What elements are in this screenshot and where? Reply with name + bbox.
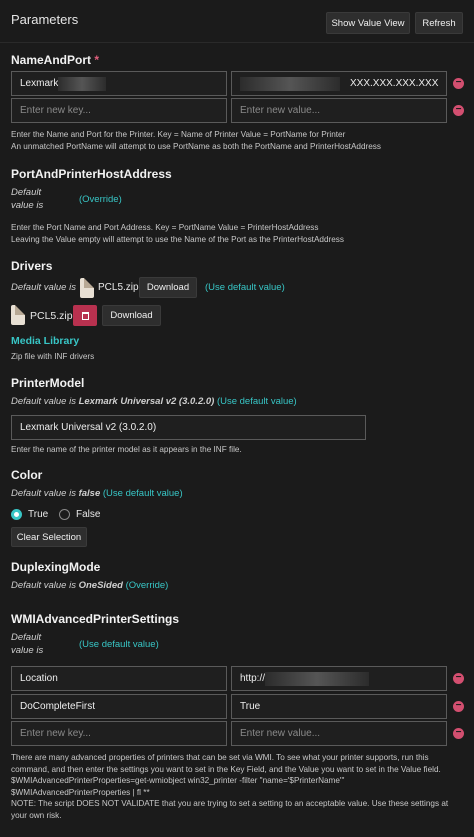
media-library-link[interactable]: Media Library [11, 335, 79, 347]
key-value-text: Lexmark [20, 78, 59, 89]
duplexing-heading: DuplexingMode [11, 560, 101, 574]
wmi-value-field[interactable]: True [231, 694, 447, 719]
remove-row-icon[interactable]: − [453, 673, 464, 684]
wmi-help: There are many advanced properties of pr… [11, 753, 449, 820]
delete-file-button[interactable] [73, 305, 97, 326]
wmi-key-field[interactable]: Location [11, 666, 227, 691]
remove-row-icon[interactable]: − [453, 105, 464, 116]
port-host-heading: PortAndPrinterHostAddress [11, 167, 172, 181]
show-value-view-button[interactable]: Show Value View [326, 12, 410, 34]
remove-row-icon[interactable]: − [453, 78, 464, 89]
zip-file-icon [80, 278, 94, 298]
duplexing-default-label: Default value is OneSided (Override) [11, 580, 169, 591]
wmi-heading: WMIAdvancedPrinterSettings [11, 612, 180, 626]
wmi-new-value-input[interactable]: Enter new value... [231, 721, 447, 746]
remove-row-icon[interactable]: − [453, 701, 464, 712]
driver-file-name: PCL5.zip [30, 310, 73, 322]
port-host-default-label: Default value is [11, 187, 44, 211]
download-button[interactable]: Download [102, 305, 161, 326]
drivers-default-label: Default value is [11, 282, 76, 293]
trash-icon [81, 311, 89, 320]
printer-model-default-label: Default value is Lexmark Universal v2 (3… [11, 396, 297, 407]
wmi-value-field[interactable]: http:// [231, 666, 447, 691]
color-heading: Color [11, 468, 43, 482]
printer-model-heading: PrinterModel [11, 376, 85, 390]
header-bar: Parameters Show Value View Refresh [0, 0, 474, 43]
port-host-help: Enter the Port Name and Port Address. Ke… [11, 223, 344, 244]
wmi-default-label: Default value is [11, 632, 44, 656]
name-and-port-help: Enter the Name and Port for the Printer.… [11, 130, 381, 151]
printer-model-input[interactable]: Lexmark Universal v2 (3.0.2.0) [11, 415, 366, 440]
required-marker: * [94, 53, 100, 67]
port-host-override-link[interactable]: (Override) [79, 194, 122, 205]
refresh-button[interactable]: Refresh [415, 12, 463, 34]
name-and-port-new-value-input[interactable]: Enter new value... [231, 98, 447, 123]
zip-file-icon [11, 305, 25, 325]
duplexing-override-link[interactable]: (Override) [126, 580, 169, 591]
radio-false-label: False [76, 509, 101, 520]
drivers-use-default-link[interactable]: (Use default value) [205, 282, 285, 293]
wmi-key-field[interactable]: DoCompleteFirst [11, 694, 227, 719]
radio-false[interactable] [59, 509, 70, 520]
remove-row-icon[interactable]: − [453, 728, 464, 739]
wmi-new-key-input[interactable]: Enter new key... [11, 721, 227, 746]
color-default-label: Default value is false (Use default valu… [11, 488, 183, 499]
redacted-block [58, 76, 107, 91]
radio-true[interactable] [11, 509, 22, 520]
page-title: Parameters [11, 12, 79, 27]
color-use-default-link[interactable]: (Use default value) [103, 488, 183, 499]
default-file-name: PCL5.zip [98, 282, 139, 293]
printer-model-use-default-link[interactable]: (Use default value) [217, 396, 297, 407]
value-text: http:// [240, 673, 266, 684]
redacted-block [265, 671, 370, 686]
printer-model-help: Enter the name of the printer model as i… [11, 445, 242, 454]
drivers-help: Zip file with INF drivers [11, 352, 95, 361]
value-text: XXX.XXX.XXX.XXX [350, 78, 439, 89]
redacted-block [240, 76, 340, 91]
name-and-port-heading: NameAndPort * [11, 53, 100, 67]
radio-true-label: True [28, 509, 49, 520]
name-and-port-value-field[interactable]: XXX.XXX.XXX.XXX [231, 71, 447, 96]
default-download-button[interactable]: Download [139, 277, 197, 298]
name-and-port-key-field[interactable]: Lexmark [11, 71, 227, 96]
name-and-port-new-key-input[interactable]: Enter new key... [11, 98, 227, 123]
clear-selection-button[interactable]: Clear Selection [11, 527, 87, 547]
wmi-use-default-link[interactable]: (Use default value) [79, 639, 159, 650]
drivers-heading: Drivers [11, 259, 53, 273]
